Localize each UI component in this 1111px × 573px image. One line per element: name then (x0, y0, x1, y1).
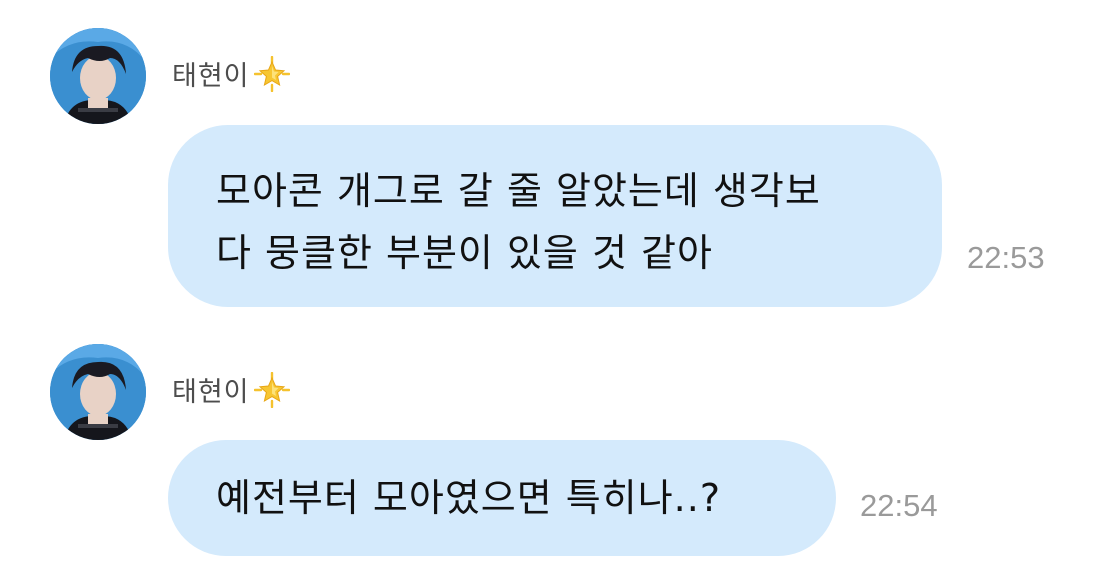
sender-label: 태현이 (172, 377, 250, 408)
profile-photo (50, 28, 146, 124)
message-group-2: 태현이 예전부터 모아였으면 특히나..? 22:54 (0, 320, 1111, 573)
message-text-line-2: 다 뭉클한 부분이 있을 것 같아 (216, 231, 713, 275)
message-timestamp: 22:53 (967, 240, 1045, 275)
sender-label: 태현이 (172, 61, 250, 92)
message-text-line-1: 예전부터 모아였으면 특히나..? (216, 476, 722, 520)
message-timestamp: 22:54 (860, 488, 938, 523)
glowing-star-icon (253, 371, 290, 408)
glowing-star-icon (253, 55, 290, 92)
message-bubble[interactable]: 모아콘 개그로 갈 줄 알았는데 생각보 다 뭉클한 부분이 있을 것 같아 (168, 125, 942, 307)
sender-name: 태현이 (172, 370, 290, 409)
message-bubble[interactable]: 예전부터 모아였으면 특히나..? (168, 440, 836, 556)
avatar[interactable] (50, 28, 146, 124)
profile-photo (50, 344, 146, 440)
message-group-1: 태현이 모아콘 개그로 갈 줄 알았는데 생각보 다 뭉클한 부분이 있을 것 … (0, 0, 1111, 320)
message-text-line-1: 모아콘 개그로 갈 줄 알았는데 생각보 (216, 169, 821, 213)
sender-name: 태현이 (172, 54, 290, 93)
avatar[interactable] (50, 344, 146, 440)
